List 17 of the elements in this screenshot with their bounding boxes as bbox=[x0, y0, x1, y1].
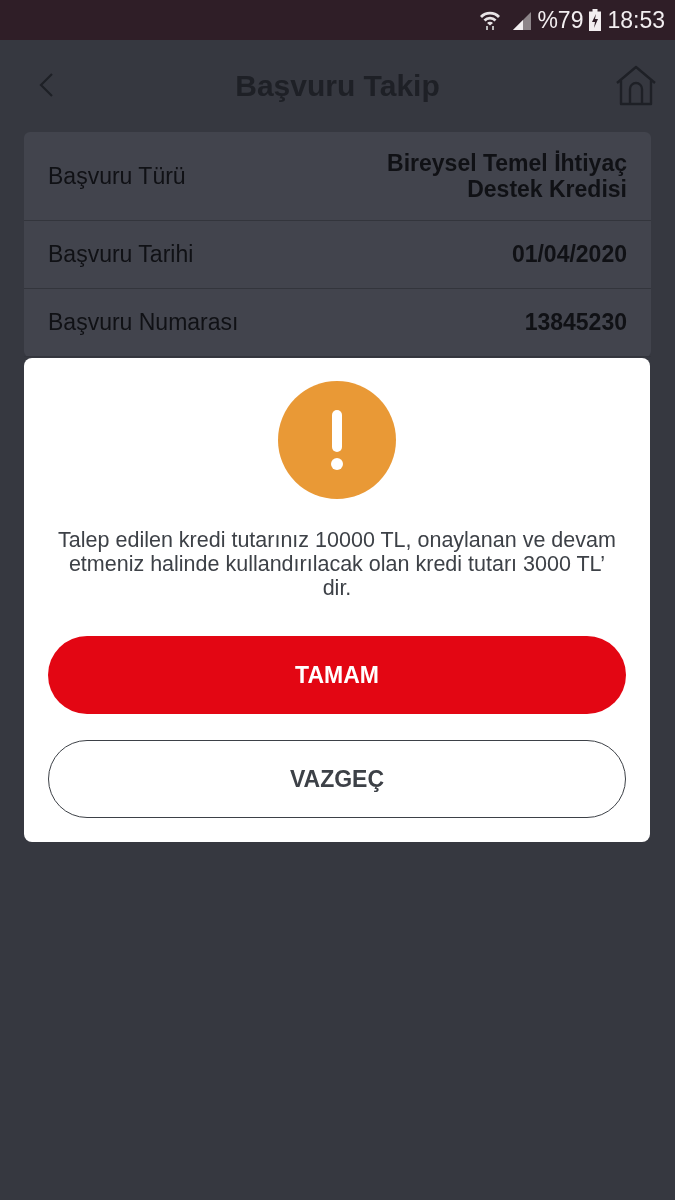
detail-label: Başvuru Tarihi bbox=[48, 241, 194, 268]
clock-time: 18:53 bbox=[607, 6, 665, 34]
wifi-icon bbox=[479, 10, 502, 30]
battery-percent: %79 bbox=[537, 6, 584, 34]
detail-value: 13845230 bbox=[524, 309, 627, 336]
home-icon[interactable] bbox=[615, 64, 657, 106]
detail-label: Başvuru Türü bbox=[48, 162, 186, 190]
dialog-message: Talep edilen kredi tutarınız 10000 TL, onaylanan ve devam etmeniz halinde kullandırılacak olan kredi tutarı 3000 TL’ dir. bbox=[57, 528, 617, 600]
confirm-button[interactable]: TAMAM bbox=[48, 636, 626, 714]
cancel-button[interactable]: VAZGEÇ bbox=[48, 740, 626, 818]
detail-value: 01/04/2020 bbox=[511, 241, 627, 268]
signal-icon bbox=[511, 10, 532, 30]
back-icon[interactable] bbox=[38, 72, 54, 98]
detail-value: Bireysel Temel İhtiyaç Destek Kredisi bbox=[386, 149, 627, 203]
exclamation-icon bbox=[277, 380, 397, 500]
detail-label: Başvuru Numarası bbox=[48, 309, 239, 336]
battery-icon bbox=[589, 9, 602, 31]
